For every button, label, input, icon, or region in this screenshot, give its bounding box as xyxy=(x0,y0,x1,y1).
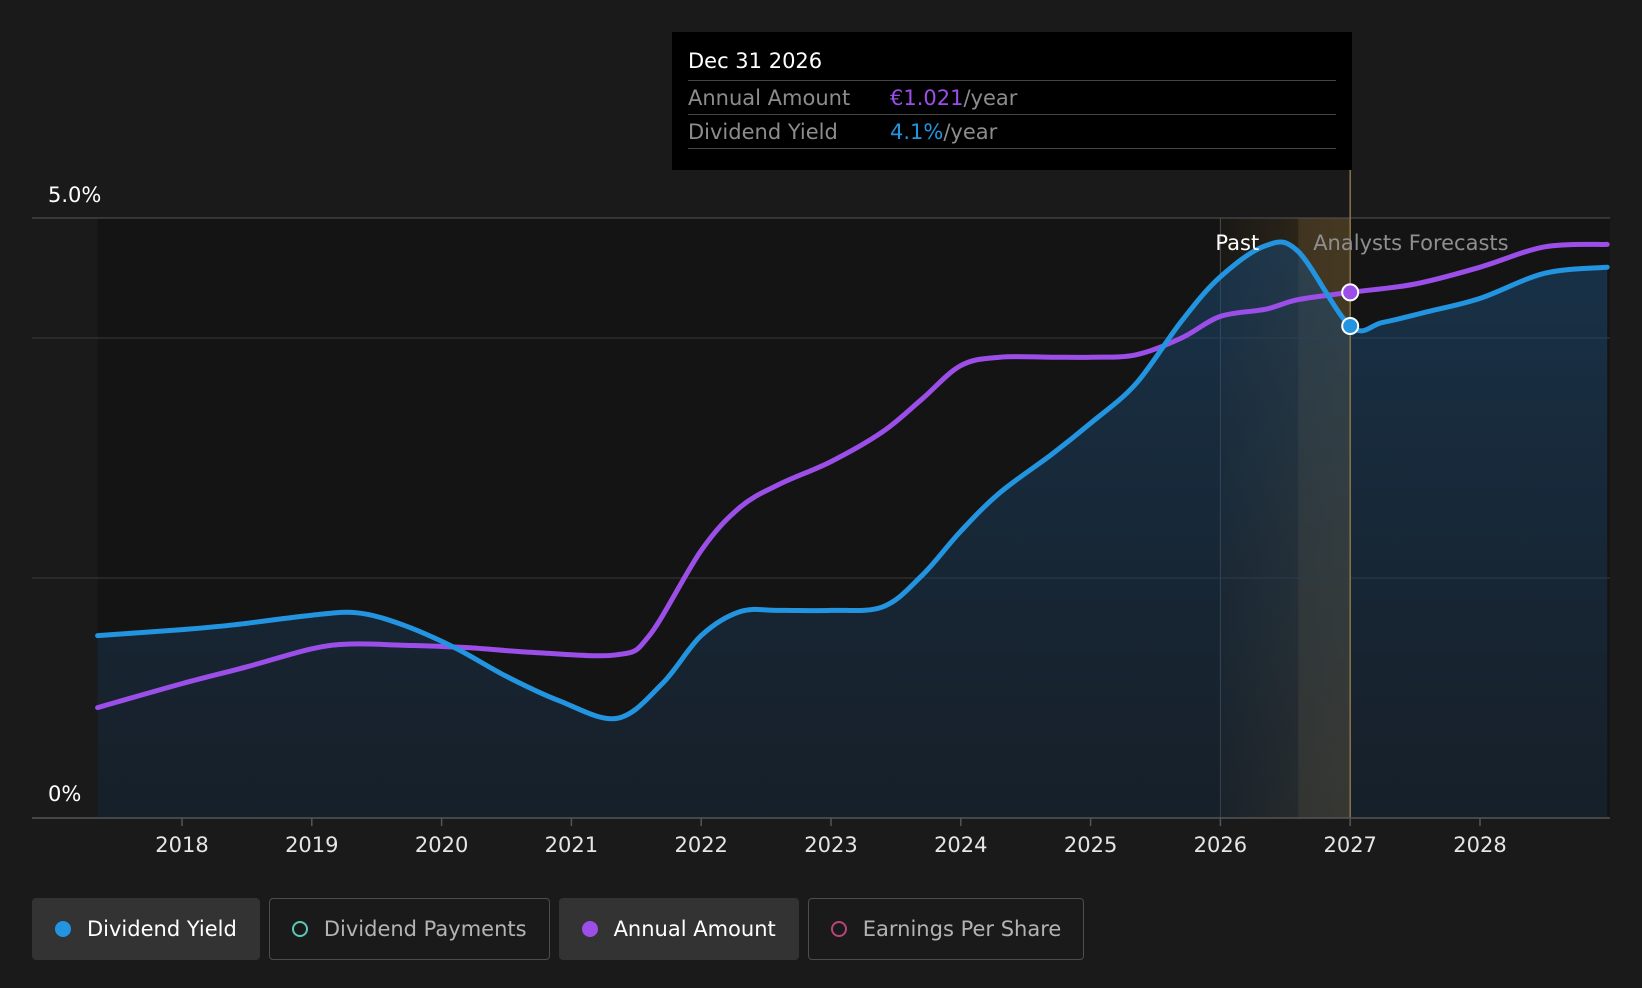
dividend-yield-highlight-point xyxy=(1341,317,1360,335)
forecast-label: Analysts Forecasts xyxy=(1313,231,1508,255)
x-tick-label: 2022 xyxy=(674,833,727,857)
x-tick-label: 2026 xyxy=(1194,833,1247,857)
dividend-payments-ring-icon xyxy=(291,921,308,937)
tooltip-annual-value: €1.021 xyxy=(890,86,964,110)
x-tick-label: 2020 xyxy=(415,833,468,857)
x-tick-label: 2021 xyxy=(545,833,598,857)
chart-tooltip: Dec 31 2026 Annual Amount €1.021 /year D… xyxy=(672,32,1352,170)
legend-label: Dividend Payments xyxy=(323,917,527,941)
legend-label: Earnings Per Share xyxy=(862,917,1062,941)
earnings-per-share-ring-icon xyxy=(830,921,847,937)
tooltip-yield-label: Dividend Yield xyxy=(688,120,838,144)
tooltip-yield-row: Dividend Yield 4.1% /year xyxy=(688,115,1336,149)
x-tick-label: 2019 xyxy=(285,833,338,857)
x-tick-label: 2018 xyxy=(155,833,208,857)
tooltip-annual-label: Annual Amount xyxy=(688,86,851,110)
tooltip-date: Dec 31 2026 xyxy=(688,46,1336,81)
x-tick-label: 2027 xyxy=(1323,833,1376,857)
legend-dividend-payments[interactable]: Dividend Payments xyxy=(268,898,550,960)
x-tick-label: 2024 xyxy=(934,833,987,857)
x-tick-label: 2025 xyxy=(1064,833,1117,857)
tooltip-annual-unit: /year xyxy=(963,86,1018,110)
x-tick-label: 2023 xyxy=(804,833,857,857)
y-max-label: 5.0% xyxy=(48,183,101,207)
dividend-yield-dot-icon xyxy=(55,921,71,937)
legend-earnings-per-share[interactable]: Earnings Per Share xyxy=(807,898,1085,960)
chart-legend: Dividend Yield Dividend Payments Annual … xyxy=(32,898,1085,960)
legend-dividend-yield[interactable]: Dividend Yield xyxy=(32,898,260,960)
legend-annual-amount[interactable]: Annual Amount xyxy=(558,898,799,960)
annual-amount-dot-icon xyxy=(581,921,598,937)
tooltip-yield-unit: /year xyxy=(943,120,998,144)
y-min-label: 0% xyxy=(48,782,81,806)
x-tick-label: 2028 xyxy=(1453,833,1506,857)
legend-label: Annual Amount xyxy=(613,917,776,941)
legend-label: Dividend Yield xyxy=(87,917,237,941)
tooltip-annual-row: Annual Amount €1.021 /year xyxy=(688,81,1336,115)
tooltip-yield-value: 4.1% xyxy=(890,120,944,144)
annual-amount-highlight-point xyxy=(1341,283,1360,302)
past-label: Past xyxy=(1215,231,1259,255)
